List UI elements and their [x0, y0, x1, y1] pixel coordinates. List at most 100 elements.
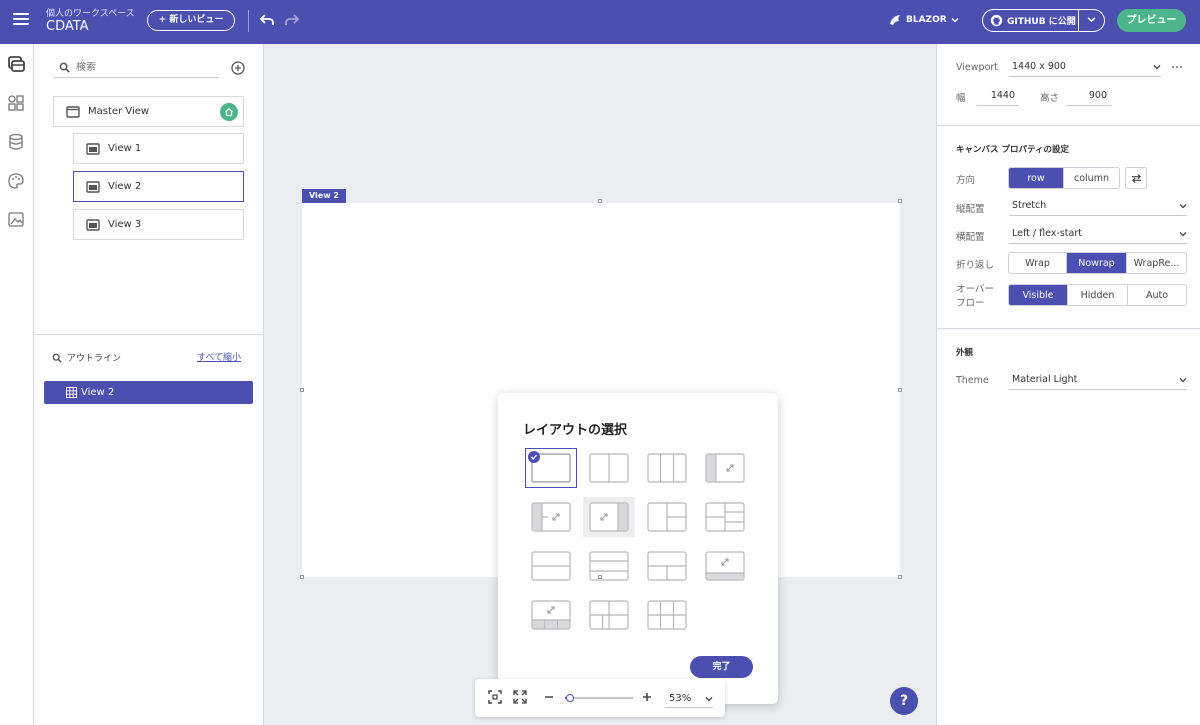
view-icon [86, 142, 100, 155]
platform-selector[interactable]: BLAZOR [888, 13, 959, 27]
undo-icon[interactable] [259, 12, 275, 28]
view-icon [86, 180, 100, 193]
viewport-value: 1440 x 900 [1012, 61, 1066, 72]
direction-row-option[interactable]: row [1009, 168, 1064, 188]
resize-handle[interactable] [898, 575, 902, 579]
wrap-label: 折り返し [956, 260, 995, 271]
layout-bottom-three[interactable] [525, 595, 577, 635]
layout-bottom-bar[interactable] [699, 546, 751, 586]
palette-icon[interactable] [6, 171, 26, 191]
wrap-option[interactable]: Wrap [1009, 253, 1067, 273]
search-box[interactable] [54, 58, 219, 78]
layout-two-col-split-both[interactable] [699, 497, 751, 537]
views-panel: Master View View 1 View 2 View 3 アウトライン … [34, 44, 264, 725]
components-icon[interactable] [6, 93, 26, 113]
github-icon [990, 14, 1003, 27]
github-publish-button[interactable]: GITHUB に公開 [982, 9, 1105, 32]
more-icon[interactable] [1171, 65, 1183, 69]
horizontal-align-value: Left / flex-start [1012, 228, 1082, 239]
swap-direction-button[interactable] [1125, 167, 1147, 189]
collapse-all-link[interactable]: すべて縮小 [197, 350, 241, 363]
overflow-visible-option[interactable]: Visible [1009, 285, 1068, 305]
menu-icon[interactable] [13, 13, 29, 27]
data-sources-icon[interactable] [6, 132, 26, 152]
canvas-section-title: キャンバス プロパティの設定 [956, 145, 1069, 155]
layout-two-columns[interactable] [583, 448, 635, 488]
view-item-3[interactable]: View 3 [73, 209, 244, 240]
assets-icon[interactable] [6, 210, 26, 230]
fit-screen-icon[interactable] [488, 690, 502, 704]
horizontal-align-select[interactable]: Left / flex-start [1009, 224, 1187, 244]
dialog-title: レイアウトの選択 [523, 423, 628, 438]
width-input[interactable]: 1440 [977, 86, 1019, 106]
resize-handle[interactable] [598, 575, 602, 579]
nowrap-option[interactable]: Nowrap [1067, 253, 1127, 273]
outline-item[interactable]: View 2 [44, 381, 253, 404]
done-button[interactable]: 完了 [690, 656, 753, 678]
add-view-icon[interactable] [231, 61, 245, 75]
divider [937, 328, 1200, 329]
theme-value: Material Light [1012, 374, 1078, 385]
zoom-out-icon[interactable] [543, 690, 555, 704]
views-icon[interactable] [6, 54, 26, 74]
resize-handle[interactable] [898, 388, 902, 392]
chevron-down-icon [1179, 231, 1187, 236]
layout-grid-six[interactable] [641, 595, 693, 635]
project-name[interactable]: CDATA [46, 19, 89, 34]
layout-three-rows[interactable] [583, 546, 635, 586]
zoom-slider-thumb[interactable] [566, 694, 575, 702]
resize-handle[interactable] [300, 575, 304, 579]
vertical-align-value: Stretch [1012, 200, 1047, 211]
zoom-slider[interactable] [565, 694, 633, 702]
divider [248, 10, 249, 32]
view-icon [86, 218, 100, 231]
overflow-toggle: Visible Hidden Auto [1008, 284, 1187, 306]
swap-icon [1131, 173, 1141, 183]
search-icon[interactable] [52, 353, 62, 363]
layout-two-col-split-right[interactable] [641, 497, 693, 537]
help-button[interactable]: ? [890, 687, 918, 715]
resize-handle[interactable] [300, 388, 304, 392]
zoom-in-icon[interactable] [641, 690, 653, 704]
layout-three-columns[interactable] [641, 448, 693, 488]
direction-column-option[interactable]: column [1064, 168, 1119, 188]
wrap-reverse-option[interactable]: WrapRe... [1127, 253, 1186, 273]
layout-two-rows-split[interactable] [583, 595, 635, 635]
artboard[interactable]: レイアウトの選択 完了 [302, 203, 900, 704]
fullscreen-icon[interactable] [513, 690, 527, 704]
overflow-hidden-option[interactable]: Hidden [1068, 285, 1128, 305]
layout-top-bottom-split[interactable] [641, 546, 693, 586]
layout-two-rows[interactable] [525, 546, 577, 586]
search-input[interactable] [76, 62, 206, 73]
divider [937, 125, 1200, 126]
layout-right-sidebar[interactable] [583, 497, 635, 537]
layout-single[interactable] [525, 448, 577, 488]
layout-right-panel[interactable] [699, 448, 751, 488]
redo-icon[interactable] [284, 12, 300, 28]
overflow-auto-option[interactable]: Auto [1128, 285, 1186, 305]
horizontal-align-label: 横配置 [956, 232, 985, 243]
chevron-down-icon [705, 696, 713, 701]
zoom-toolbar: 53% [475, 679, 725, 717]
new-view-button[interactable]: + 新しいビュー [147, 10, 235, 31]
chevron-down-icon [951, 18, 959, 23]
view-item-2[interactable]: View 2 [73, 171, 244, 202]
left-icon-rail [0, 44, 34, 725]
view-tag[interactable]: View 2 [302, 189, 346, 203]
check-icon [528, 451, 540, 463]
properties-panel: Viewport 1440 x 900 幅 1440 高さ 900 キャンバス … [936, 44, 1200, 725]
resize-handle[interactable] [598, 199, 602, 203]
view-item-master[interactable]: Master View [53, 96, 244, 127]
view-item-1[interactable]: View 1 [73, 133, 244, 164]
zoom-select[interactable]: 53% [665, 690, 713, 708]
height-input[interactable]: 900 [1067, 86, 1111, 106]
theme-select[interactable]: Material Light [1009, 370, 1187, 390]
vertical-align-label: 縦配置 [956, 204, 985, 215]
app-header: 個人のワークスペース CDATA + 新しいビュー BLAZOR GITHUB … [0, 0, 1200, 44]
resize-handle[interactable] [898, 199, 902, 203]
layout-left-sidebar[interactable] [525, 497, 577, 537]
vertical-align-select[interactable]: Stretch [1009, 196, 1187, 216]
github-dropdown[interactable] [1079, 15, 1104, 27]
preview-button[interactable]: プレビュー [1117, 9, 1186, 32]
viewport-select[interactable]: 1440 x 900 [1009, 57, 1161, 77]
